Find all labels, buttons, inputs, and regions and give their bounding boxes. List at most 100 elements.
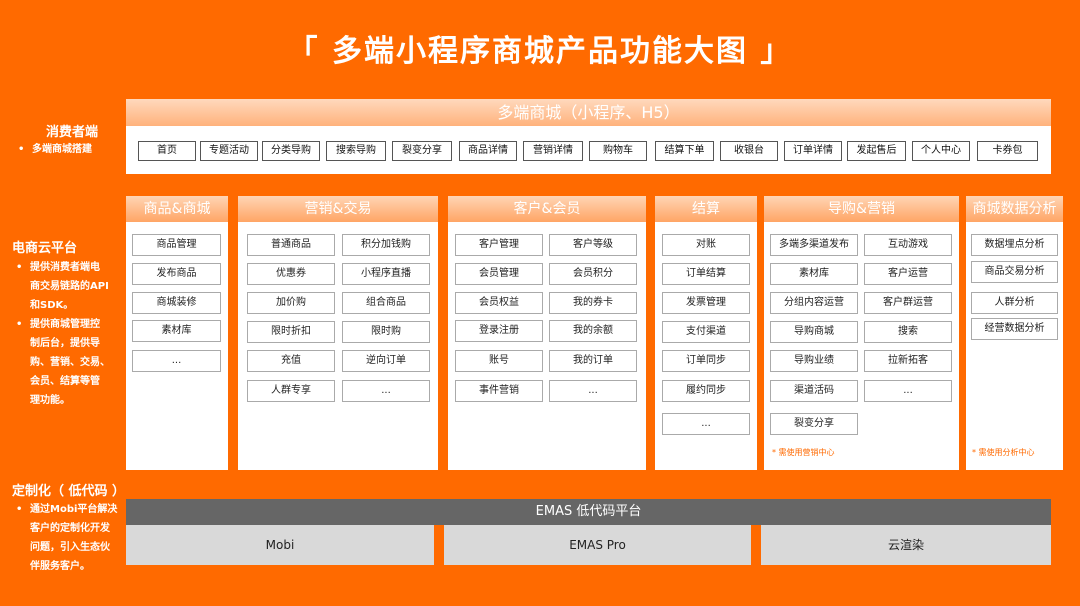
feature-cell: 发票管理	[662, 292, 750, 314]
feature-cell: 会员权益	[455, 292, 543, 314]
feature-cell: 商品交易分析	[971, 261, 1058, 283]
cloud-side-item-1: 提供消费者端电 商交易链路的API 和SDK。	[12, 258, 122, 315]
feature-cell: ...	[549, 380, 637, 402]
feature-cell: 普通商品	[247, 234, 335, 256]
feature-cell: 充值	[247, 350, 335, 372]
feature-cell: 搜索	[864, 321, 952, 343]
column-header-guide: 导购&营销	[764, 196, 959, 222]
feature-cell: 优惠券	[247, 263, 335, 285]
feature-cell: 对账	[662, 234, 750, 256]
column-marketing: 普通商品 积分加钱购 优惠券 小程序直播 加价购 组合商品 限时折扣 限时购 充…	[238, 222, 438, 470]
feature-cell: ...	[342, 380, 430, 402]
feature-cell: 导购商城	[770, 321, 858, 343]
cloud-side-line: 购、营销、交易、	[30, 357, 110, 368]
consumer-panel: 首页 专题活动 分类导购 搜索导购 裂变分享 商品详情 营销详情 购物车 结算下…	[126, 126, 1051, 174]
feature-cell: 加价购	[247, 292, 335, 314]
column-header-analytics: 商城数据分析	[966, 196, 1063, 222]
feature-cell: 我的订单	[549, 350, 637, 372]
feature-cell: 我的余额	[549, 320, 637, 342]
cloud-side-line: 理功能。	[30, 395, 70, 406]
feature-cell: ...	[662, 413, 750, 435]
consumer-item: 裂变分享	[392, 141, 452, 161]
emas-header: EMAS 低代码平台	[126, 499, 1051, 525]
platform-item-mobi: Mobi	[126, 525, 434, 565]
feature-cell: 经营数据分析	[971, 318, 1058, 340]
feature-cell: 订单结算	[662, 263, 750, 285]
cloud-side-title: 电商云平台	[12, 241, 78, 256]
feature-cell: ...	[864, 380, 952, 402]
custom-side-title: 定制化（ 低代码 ）	[12, 484, 126, 499]
consumer-side-item: 多端商城搭建	[14, 140, 114, 159]
consumer-item: 营销详情	[523, 141, 583, 161]
consumer-side-list: 多端商城搭建	[14, 140, 114, 159]
feature-cell: 导购业绩	[770, 350, 858, 372]
custom-side-line: 问题，引入生态伙	[30, 542, 110, 553]
consumer-side-title: 消费者端	[46, 125, 99, 140]
column-customer: 客户管理 客户等级 会员管理 会员积分 会员权益 我的券卡 登录注册 我的余额 …	[448, 222, 646, 470]
feature-cell: 素材库	[770, 263, 858, 285]
column-guide: 多端多渠道发布 互动游戏 素材库 客户运营 分组内容运营 客户群运营 导购商城 …	[764, 222, 959, 470]
column-header-customer: 客户&会员	[448, 196, 646, 222]
custom-side-item: 通过Mobi平台解决 客户的定制化开发 问题，引入生态伙 伴服务客户。	[12, 500, 122, 576]
feature-cell: 商城装修	[132, 292, 221, 314]
feature-cell: 逆向订单	[342, 350, 430, 372]
feature-cell: 数据埋点分析	[971, 234, 1058, 256]
column-settlement: 对账 订单结算 发票管理 支付渠道 订单同步 履约同步 ...	[655, 222, 757, 470]
column-analytics: 数据埋点分析 商品交易分析 人群分析 经营数据分析 * 需使用分析中心	[966, 222, 1063, 470]
consumer-item: 分类导购	[262, 141, 320, 161]
feature-cell: 互动游戏	[864, 234, 952, 256]
column-header-goods: 商品&商城	[126, 196, 228, 222]
feature-cell: 客户管理	[455, 234, 543, 256]
platform-item-cloud-render: 云渲染	[761, 525, 1051, 565]
consumer-item: 结算下单	[655, 141, 714, 161]
cloud-side-line: 商交易链路的API	[30, 281, 109, 292]
custom-side-line: 客户的定制化开发	[30, 523, 110, 534]
feature-cell: 积分加钱购	[342, 234, 430, 256]
feature-cell: 事件营销	[455, 380, 543, 402]
consumer-item: 专题活动	[200, 141, 258, 161]
feature-cell: 人群分析	[971, 292, 1058, 314]
consumer-item: 个人中心	[912, 141, 970, 161]
analytics-note: * 需使用分析中心	[972, 448, 1035, 457]
consumer-item: 商品详情	[459, 141, 517, 161]
platform-item-emas-pro: EMAS Pro	[444, 525, 751, 565]
feature-cell: 裂变分享	[770, 413, 858, 435]
custom-side-line: 伴服务客户。	[30, 561, 90, 572]
feature-cell: 我的券卡	[549, 292, 637, 314]
feature-cell: 支付渠道	[662, 321, 750, 343]
feature-cell: 组合商品	[342, 292, 430, 314]
feature-cell: 客户运营	[864, 263, 952, 285]
page-title: 「 多端小程序商城产品功能大图 」	[287, 34, 793, 69]
cloud-side-line: 会员、结算等管	[30, 376, 100, 387]
feature-cell: 拉新拓客	[864, 350, 952, 372]
feature-cell: 客户等级	[549, 234, 637, 256]
cloud-side-line: 制后台，提供导	[30, 338, 100, 349]
custom-side-list: 通过Mobi平台解决 客户的定制化开发 问题，引入生态伙 伴服务客户。	[12, 500, 122, 576]
feature-cell: 分组内容运营	[770, 292, 858, 314]
column-goods: 商品管理 发布商品 商城装修 素材库 ...	[126, 222, 228, 470]
feature-cell: 履约同步	[662, 380, 750, 402]
consumer-item: 收银台	[720, 141, 778, 161]
consumer-item: 卡券包	[977, 141, 1038, 161]
guide-note: * 需使用营销中心	[772, 448, 835, 457]
feature-cell: 渠道活码	[770, 380, 858, 402]
consumer-item: 首页	[138, 141, 196, 161]
feature-cell: 小程序直播	[342, 263, 430, 285]
feature-cell: 会员积分	[549, 263, 637, 285]
cloud-side-line: 和SDK。	[30, 300, 74, 311]
consumer-item: 搜索导购	[326, 141, 386, 161]
custom-side-line: 通过Mobi平台解决	[30, 504, 118, 515]
cloud-side-list: 提供消费者端电 商交易链路的API 和SDK。 提供商城管理控 制后台，提供导 …	[12, 258, 122, 410]
feature-cell: 商品管理	[132, 234, 221, 256]
consumer-item: 订单详情	[784, 141, 842, 161]
feature-cell: 订单同步	[662, 350, 750, 372]
consumer-item: 发起售后	[847, 141, 906, 161]
feature-cell: ...	[132, 350, 221, 372]
feature-cell: 人群专享	[247, 380, 335, 402]
feature-cell: 发布商品	[132, 263, 221, 285]
feature-cell: 会员管理	[455, 263, 543, 285]
feature-cell: 账号	[455, 350, 543, 372]
feature-cell: 限时购	[342, 321, 430, 343]
column-header-marketing: 营销&交易	[238, 196, 438, 222]
cloud-side-line: 提供商城管理控	[30, 319, 100, 330]
